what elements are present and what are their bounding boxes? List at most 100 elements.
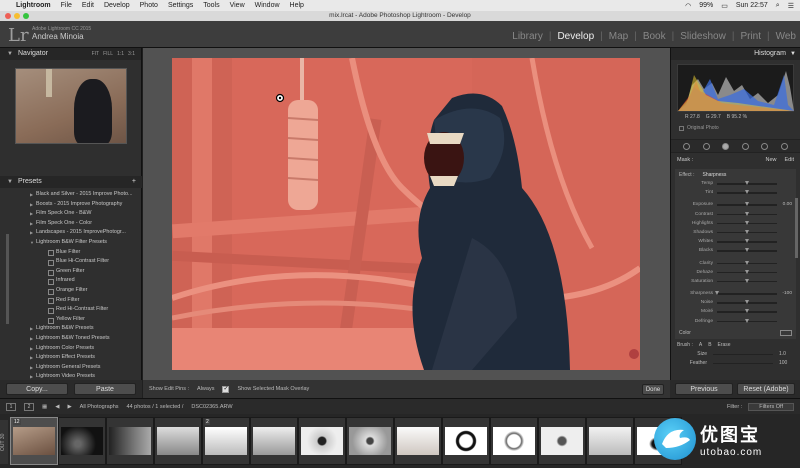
graduated-filter-icon[interactable] xyxy=(741,142,749,150)
preset-folder[interactable]: Lightroom Effect Presets xyxy=(0,353,142,363)
preset-item[interactable]: Red Hi-Contrast Filter xyxy=(0,305,142,315)
spot-removal-icon[interactable] xyxy=(702,142,710,150)
filmstrip-thumbnail[interactable] xyxy=(250,417,298,465)
zoom-fit[interactable]: FIT xyxy=(92,48,100,60)
filmstrip-side-tab[interactable]: OUT 30 xyxy=(0,420,8,464)
slider-knob[interactable] xyxy=(744,181,749,185)
menu-list-icon[interactable]: ☰ xyxy=(788,2,794,10)
crop-tool-icon[interactable] xyxy=(683,142,691,150)
battery-percent[interactable]: 99% xyxy=(699,2,713,9)
adjustment-slider[interactable]: Defringe xyxy=(675,317,796,326)
filmstrip-thumbnail[interactable] xyxy=(586,417,634,465)
slider-knob[interactable] xyxy=(744,211,749,216)
adjustment-brush-icon[interactable] xyxy=(780,142,788,150)
filmstrip-thumbnail[interactable] xyxy=(154,417,202,465)
filmstrip-thumbnail[interactable] xyxy=(394,417,442,465)
red-eye-icon[interactable] xyxy=(722,142,730,150)
preset-folder[interactable]: Boosts - 2015 Improve Photography xyxy=(0,200,142,210)
preset-folder[interactable]: Film Speck One - B&W xyxy=(0,209,142,219)
filmstrip-thumbnail[interactable] xyxy=(106,417,154,465)
preset-item[interactable]: Orange Filter xyxy=(0,286,142,296)
brush-feather-slider[interactable] xyxy=(713,362,773,365)
brush-size-slider[interactable] xyxy=(713,353,773,356)
slider-knob[interactable] xyxy=(744,318,749,323)
slider-knob[interactable] xyxy=(744,269,749,274)
module-print[interactable]: Print xyxy=(740,31,761,42)
preset-folder[interactable]: Lightroom B&W Presets xyxy=(0,324,142,334)
slider-knob[interactable] xyxy=(744,239,749,244)
filmstrip-thumbnail[interactable] xyxy=(538,417,586,465)
slider-knob[interactable] xyxy=(744,190,749,195)
preset-folder[interactable]: Lightroom Color Presets xyxy=(0,344,142,354)
preset-item[interactable]: Blue Filter xyxy=(0,248,142,258)
menu-develop[interactable]: Develop xyxy=(104,2,130,9)
original-photo-toggle[interactable]: Original Photo xyxy=(679,125,800,131)
brush-b[interactable]: B xyxy=(708,342,711,348)
mask-overlay-checkbox[interactable]: ✓ xyxy=(222,385,230,393)
slider-knob[interactable] xyxy=(744,309,749,314)
adjustment-slider[interactable]: Highlights xyxy=(675,219,796,228)
adjustment-slider[interactable]: Dehaze xyxy=(675,268,796,277)
back-arrow-icon[interactable]: ◀ xyxy=(55,404,59,410)
filmstrip-filename[interactable]: DSC02365.ARW xyxy=(191,404,232,410)
slider-knob[interactable] xyxy=(744,300,749,305)
effect-select[interactable]: Sharpness xyxy=(702,172,726,178)
zoom-3-1[interactable]: 3:1 xyxy=(128,48,135,60)
forward-arrow-icon[interactable]: ▶ xyxy=(67,404,71,410)
filmstrip-thumbnail[interactable]: 12 xyxy=(10,417,58,465)
presets-header[interactable]: ▼ Presets + xyxy=(0,176,142,188)
preset-folder[interactable]: Black and Silver - 2015 Improve Photo... xyxy=(0,190,142,200)
view-2-button[interactable]: 2 xyxy=(24,402,34,411)
radial-filter-icon[interactable] xyxy=(761,142,769,150)
menu-file[interactable]: File xyxy=(61,2,72,9)
add-preset-icon[interactable]: + xyxy=(132,176,136,188)
preset-item[interactable]: Infrared xyxy=(0,276,142,286)
slider-knob[interactable] xyxy=(744,220,749,225)
menu-edit[interactable]: Edit xyxy=(82,2,94,9)
adjustment-slider[interactable]: Whites xyxy=(675,237,796,246)
preset-item[interactable]: Red Filter xyxy=(0,296,142,306)
menu-help[interactable]: Help xyxy=(290,2,304,9)
menu-window[interactable]: Window xyxy=(255,2,280,9)
preset-item[interactable]: Yellow Filter xyxy=(0,315,142,325)
slider-knob[interactable] xyxy=(744,202,749,207)
filmstrip-thumbnail[interactable] xyxy=(58,417,106,465)
module-develop[interactable]: Develop xyxy=(557,31,594,42)
brush-erase[interactable]: Erase xyxy=(718,342,731,348)
collapse-triangle-icon[interactable]: ▼ xyxy=(7,48,13,60)
battery-icon[interactable]: ▭ xyxy=(721,2,728,10)
adjustment-slider[interactable]: Saturation xyxy=(675,277,796,286)
preset-folder[interactable]: Lightroom B&W Toned Presets xyxy=(0,334,142,344)
clock[interactable]: Sun 22:57 xyxy=(736,2,768,9)
filmstrip-source[interactable]: All Photographs xyxy=(80,404,119,410)
menu-settings[interactable]: Settings xyxy=(168,2,193,9)
slider-track[interactable] xyxy=(717,293,777,295)
preset-folder[interactable]: Lightroom B&W Filter Presets xyxy=(0,238,142,248)
mask-edit-button[interactable]: Edit xyxy=(785,157,794,163)
show-edit-pins-select[interactable]: Always xyxy=(197,386,214,392)
wifi-icon[interactable]: ◠ xyxy=(685,2,691,10)
module-book[interactable]: Book xyxy=(643,31,666,42)
preset-item[interactable]: Blue Hi-Contrast Filter xyxy=(0,257,142,267)
filter-select[interactable]: Filters Off xyxy=(748,402,794,411)
menu-view[interactable]: View xyxy=(230,2,245,9)
reset-button[interactable]: Reset (Adobe) xyxy=(737,383,795,395)
slider-knob[interactable] xyxy=(744,248,749,253)
color-swatch[interactable] xyxy=(780,329,792,336)
histogram-header[interactable]: Histogram ▼ xyxy=(671,48,800,60)
adjustment-slider[interactable]: Blacks xyxy=(675,246,796,255)
preset-folder[interactable]: Landscapes - 2015 ImprovePhotogr... xyxy=(0,228,142,238)
zoom-1-1[interactable]: 1:1 xyxy=(117,48,124,60)
previous-button[interactable]: Previous xyxy=(675,383,733,395)
search-icon[interactable]: ⌕ xyxy=(776,2,780,10)
filmstrip-thumbnail[interactable] xyxy=(442,417,490,465)
paste-button[interactable]: Paste xyxy=(74,383,136,395)
filmstrip-thumbnail[interactable] xyxy=(490,417,538,465)
navigator-header[interactable]: ▼ Navigator FIT FILL 1:1 3:1 xyxy=(0,48,141,60)
menu-app-name[interactable]: Lightroom xyxy=(16,2,51,9)
collapse-triangle-icon[interactable]: ▼ xyxy=(790,48,796,60)
module-web[interactable]: Web xyxy=(776,31,796,42)
zoom-fill[interactable]: FILL xyxy=(103,48,113,60)
menu-tools[interactable]: Tools xyxy=(203,2,219,9)
adjustment-slider[interactable]: Temp xyxy=(675,179,796,188)
